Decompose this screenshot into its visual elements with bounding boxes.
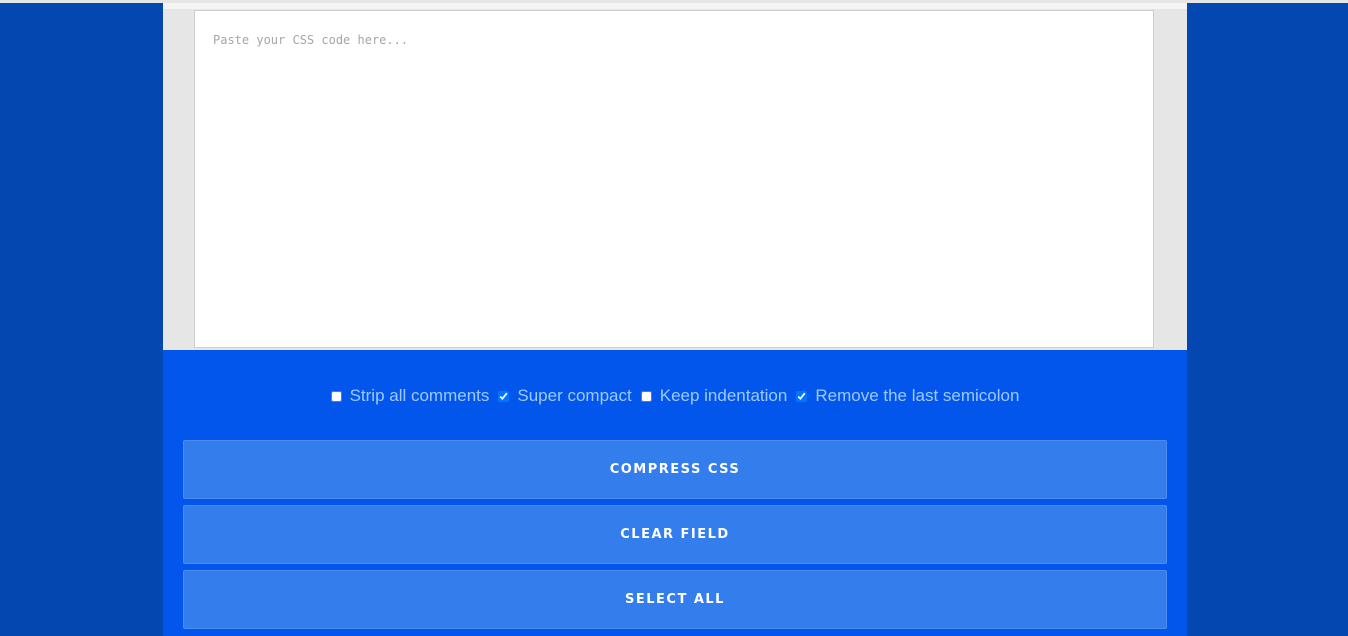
option-keep-indentation: Keep indentation bbox=[640, 386, 788, 406]
clear-field-button[interactable]: CLEAR FIELD bbox=[183, 505, 1167, 564]
options-row: Strip all comments Super compact Keep in… bbox=[163, 384, 1187, 408]
option-remove-last-semicolon: Remove the last semicolon bbox=[796, 386, 1019, 406]
remove-last-semicolon-checkbox[interactable] bbox=[796, 390, 808, 402]
strip-comments-checkbox[interactable] bbox=[330, 390, 342, 402]
editor-area bbox=[163, 3, 1187, 350]
remove-last-semicolon-label[interactable]: Remove the last semicolon bbox=[815, 386, 1019, 406]
keep-indentation-label[interactable]: Keep indentation bbox=[660, 386, 788, 406]
super-compact-checkbox[interactable] bbox=[498, 390, 510, 402]
select-all-button[interactable]: SELECT ALL bbox=[183, 570, 1167, 629]
editor-top-line bbox=[163, 3, 1187, 9]
css-code-input[interactable] bbox=[194, 10, 1154, 348]
compressor-panel: Strip all comments Super compact Keep in… bbox=[163, 3, 1187, 636]
option-strip-comments: Strip all comments bbox=[330, 386, 490, 406]
strip-comments-label[interactable]: Strip all comments bbox=[350, 386, 490, 406]
option-super-compact: Super compact bbox=[498, 386, 632, 406]
compress-css-button[interactable]: COMPRESS CSS bbox=[183, 440, 1167, 499]
super-compact-label[interactable]: Super compact bbox=[517, 386, 631, 406]
keep-indentation-checkbox[interactable] bbox=[640, 390, 652, 402]
controls-section: Strip all comments Super compact Keep in… bbox=[163, 350, 1187, 636]
